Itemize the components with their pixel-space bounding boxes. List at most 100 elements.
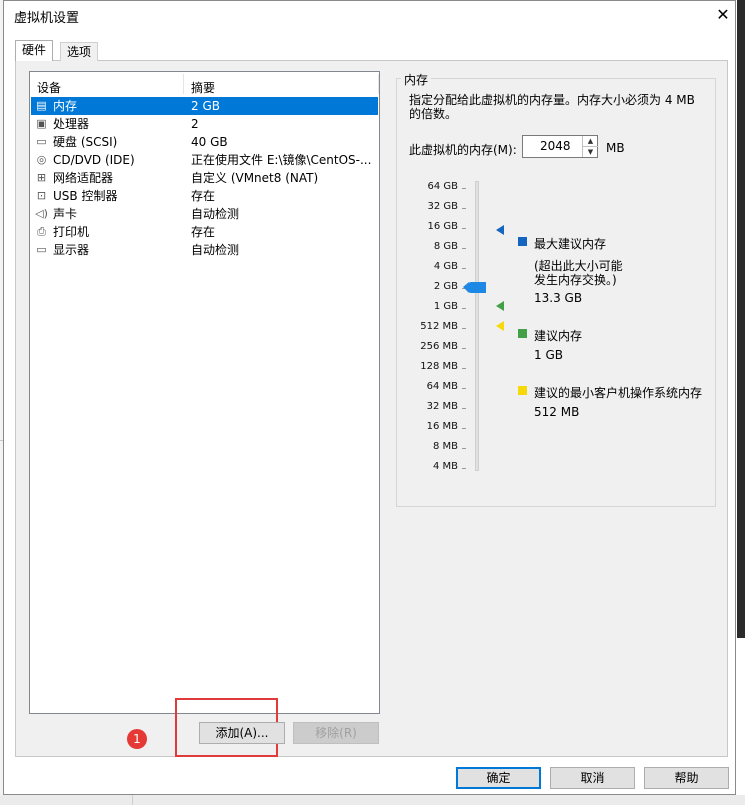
scale-tick-mark — [462, 248, 466, 249]
scale-tick-label: 1 GB — [433, 301, 458, 312]
minimum-swatch — [518, 386, 527, 395]
minimum-title: 建议的最小客户机操作系统内存 — [534, 386, 703, 400]
processor-icon: ▣ — [36, 117, 47, 130]
background-divider — [132, 795, 133, 805]
device-row-processor[interactable]: ▣ 处理器 2 — [31, 115, 378, 133]
device-name: 处理器 — [53, 117, 90, 131]
scale-tick-label: 128 MB — [420, 361, 458, 372]
memory-slider-track[interactable] — [475, 181, 479, 471]
device-name: 网络适配器 — [53, 171, 114, 185]
scale-tick-mark — [462, 448, 466, 449]
spin-down-icon[interactable]: ▼ — [582, 146, 598, 157]
memory-size-value[interactable]: 2048 — [540, 139, 571, 153]
recommended-swatch — [518, 329, 527, 338]
scale-tick-label: 256 MB — [420, 341, 458, 352]
device-name: 内存 — [53, 99, 78, 113]
recommended-title: 建议内存 — [534, 329, 583, 343]
minimum-marker-icon — [496, 321, 504, 331]
printer-icon: ⎙ — [37, 225, 46, 238]
ok-button[interactable]: 确定 — [456, 767, 541, 789]
device-summary: 正在使用文件 E:\镜像\CentOS-... — [191, 153, 372, 167]
scale-tick-mark — [462, 308, 466, 309]
max-recommended-marker-icon — [496, 225, 504, 235]
usb-controller-icon: ⊡ — [36, 189, 47, 202]
background-window-right — [737, 0, 745, 638]
device-row-memory[interactable]: ▤ 内存 2 GB — [31, 97, 378, 115]
memory-group-title: 内存 — [401, 71, 432, 88]
device-row-printer[interactable]: ⎙ 打印机 存在 — [31, 223, 378, 241]
add-device-button[interactable]: 添加(A)... — [199, 722, 285, 744]
device-name: 打印机 — [53, 225, 90, 239]
memory-size-label: 此虚拟机的内存(M): — [409, 143, 517, 157]
scale-tick-mark — [462, 468, 466, 469]
close-icon[interactable]: ✕ — [713, 5, 733, 25]
scale-tick-label: 8 MB — [432, 441, 458, 452]
cancel-button[interactable]: 取消 — [550, 767, 635, 789]
help-button[interactable]: 帮助 — [644, 767, 729, 789]
dialog-title: 虚拟机设置 — [14, 11, 80, 26]
device-row-sound-card[interactable]: ◁) 声卡 自动检测 — [31, 205, 378, 223]
device-name: 硬盘 (SCSI) — [53, 135, 118, 149]
device-row-display[interactable]: ▭ 显示器 自动检测 — [31, 241, 378, 259]
scale-tick-mark — [462, 368, 466, 369]
column-header-summary[interactable]: 摘要 — [191, 79, 215, 96]
annotation-number-badge: 1 — [127, 729, 147, 749]
device-summary: 2 GB — [191, 99, 220, 113]
scale-tick-label: 16 MB — [426, 421, 458, 432]
tab-options[interactable]: 选项 — [60, 42, 99, 61]
scale-tick-label: 64 GB — [427, 181, 458, 192]
cd-dvd-icon: ◎ — [36, 153, 47, 166]
background-window-bottom — [0, 795, 745, 805]
memory-icon: ▤ — [36, 99, 47, 112]
memory-description: 指定分配给此虚拟机的内存量。内存大小必须为 4 MB 的倍数。 — [409, 93, 695, 121]
column-divider[interactable] — [378, 74, 379, 94]
scale-tick-label: 16 GB — [427, 221, 458, 232]
scale-tick-mark — [462, 268, 466, 269]
sound-card-icon: ◁) — [35, 207, 48, 220]
spin-up-icon[interactable]: ▲ — [582, 136, 598, 146]
device-row-network-adapter[interactable]: ⊞ 网络适配器 自定义 (VMnet8 (NAT) — [31, 169, 378, 187]
scale-tick-mark — [462, 348, 466, 349]
scale-tick-mark — [462, 228, 466, 229]
scale-tick-label: 2 GB — [433, 281, 458, 292]
device-name: CD/DVD (IDE) — [53, 153, 135, 167]
memory-slider-thumb[interactable] — [468, 282, 486, 293]
hard-disk-icon: ▭ — [36, 135, 47, 148]
device-name: 显示器 — [53, 243, 90, 257]
minimum-value: 512 MB — [534, 405, 580, 419]
network-adapter-icon: ⊞ — [36, 171, 47, 184]
recommended-value: 1 GB — [534, 348, 563, 362]
scale-tick-mark — [462, 408, 466, 409]
device-row-cd-dvd[interactable]: ◎ CD/DVD (IDE) 正在使用文件 E:\镜像\CentOS-... — [31, 151, 378, 169]
scale-tick-label: 4 MB — [432, 461, 458, 472]
scale-tick-label: 32 MB — [426, 401, 458, 412]
tab-hardware[interactable]: 硬件 — [15, 40, 54, 61]
device-row-hard-disk[interactable]: ▭ 硬盘 (SCSI) 40 GB — [31, 133, 378, 151]
scale-tick-mark — [462, 328, 466, 329]
device-summary: 自定义 (VMnet8 (NAT) — [191, 171, 319, 185]
column-header-device[interactable]: 设备 — [37, 79, 61, 96]
scale-tick-label: 8 GB — [433, 241, 458, 252]
device-summary: 2 — [191, 117, 199, 131]
max-recommended-value: 13.3 GB — [534, 291, 583, 305]
scale-tick-label: 32 GB — [427, 201, 458, 212]
scale-tick-label: 512 MB — [420, 321, 458, 332]
device-name: 声卡 — [53, 207, 78, 221]
scale-tick-mark — [462, 388, 466, 389]
device-summary: 自动检测 — [191, 243, 240, 257]
display-icon: ▭ — [36, 243, 47, 256]
device-row-usb-controller[interactable]: ⊡ USB 控制器 存在 — [31, 187, 378, 205]
scale-tick-label: 4 GB — [433, 261, 458, 272]
column-divider[interactable] — [183, 74, 184, 94]
max-recommended-title: 最大建议内存 — [534, 237, 607, 251]
scale-tick-mark — [462, 188, 466, 189]
memory-unit-label: MB — [606, 141, 625, 155]
scale-tick-mark — [462, 208, 466, 209]
device-summary: 存在 — [191, 225, 216, 239]
max-recommended-note: 发生内存交换。) — [534, 273, 617, 287]
scale-tick-label: 64 MB — [426, 381, 458, 392]
device-summary: 存在 — [191, 189, 216, 203]
max-recommended-swatch — [518, 237, 527, 246]
remove-device-button[interactable]: 移除(R) — [293, 722, 379, 744]
device-summary: 40 GB — [191, 135, 228, 149]
